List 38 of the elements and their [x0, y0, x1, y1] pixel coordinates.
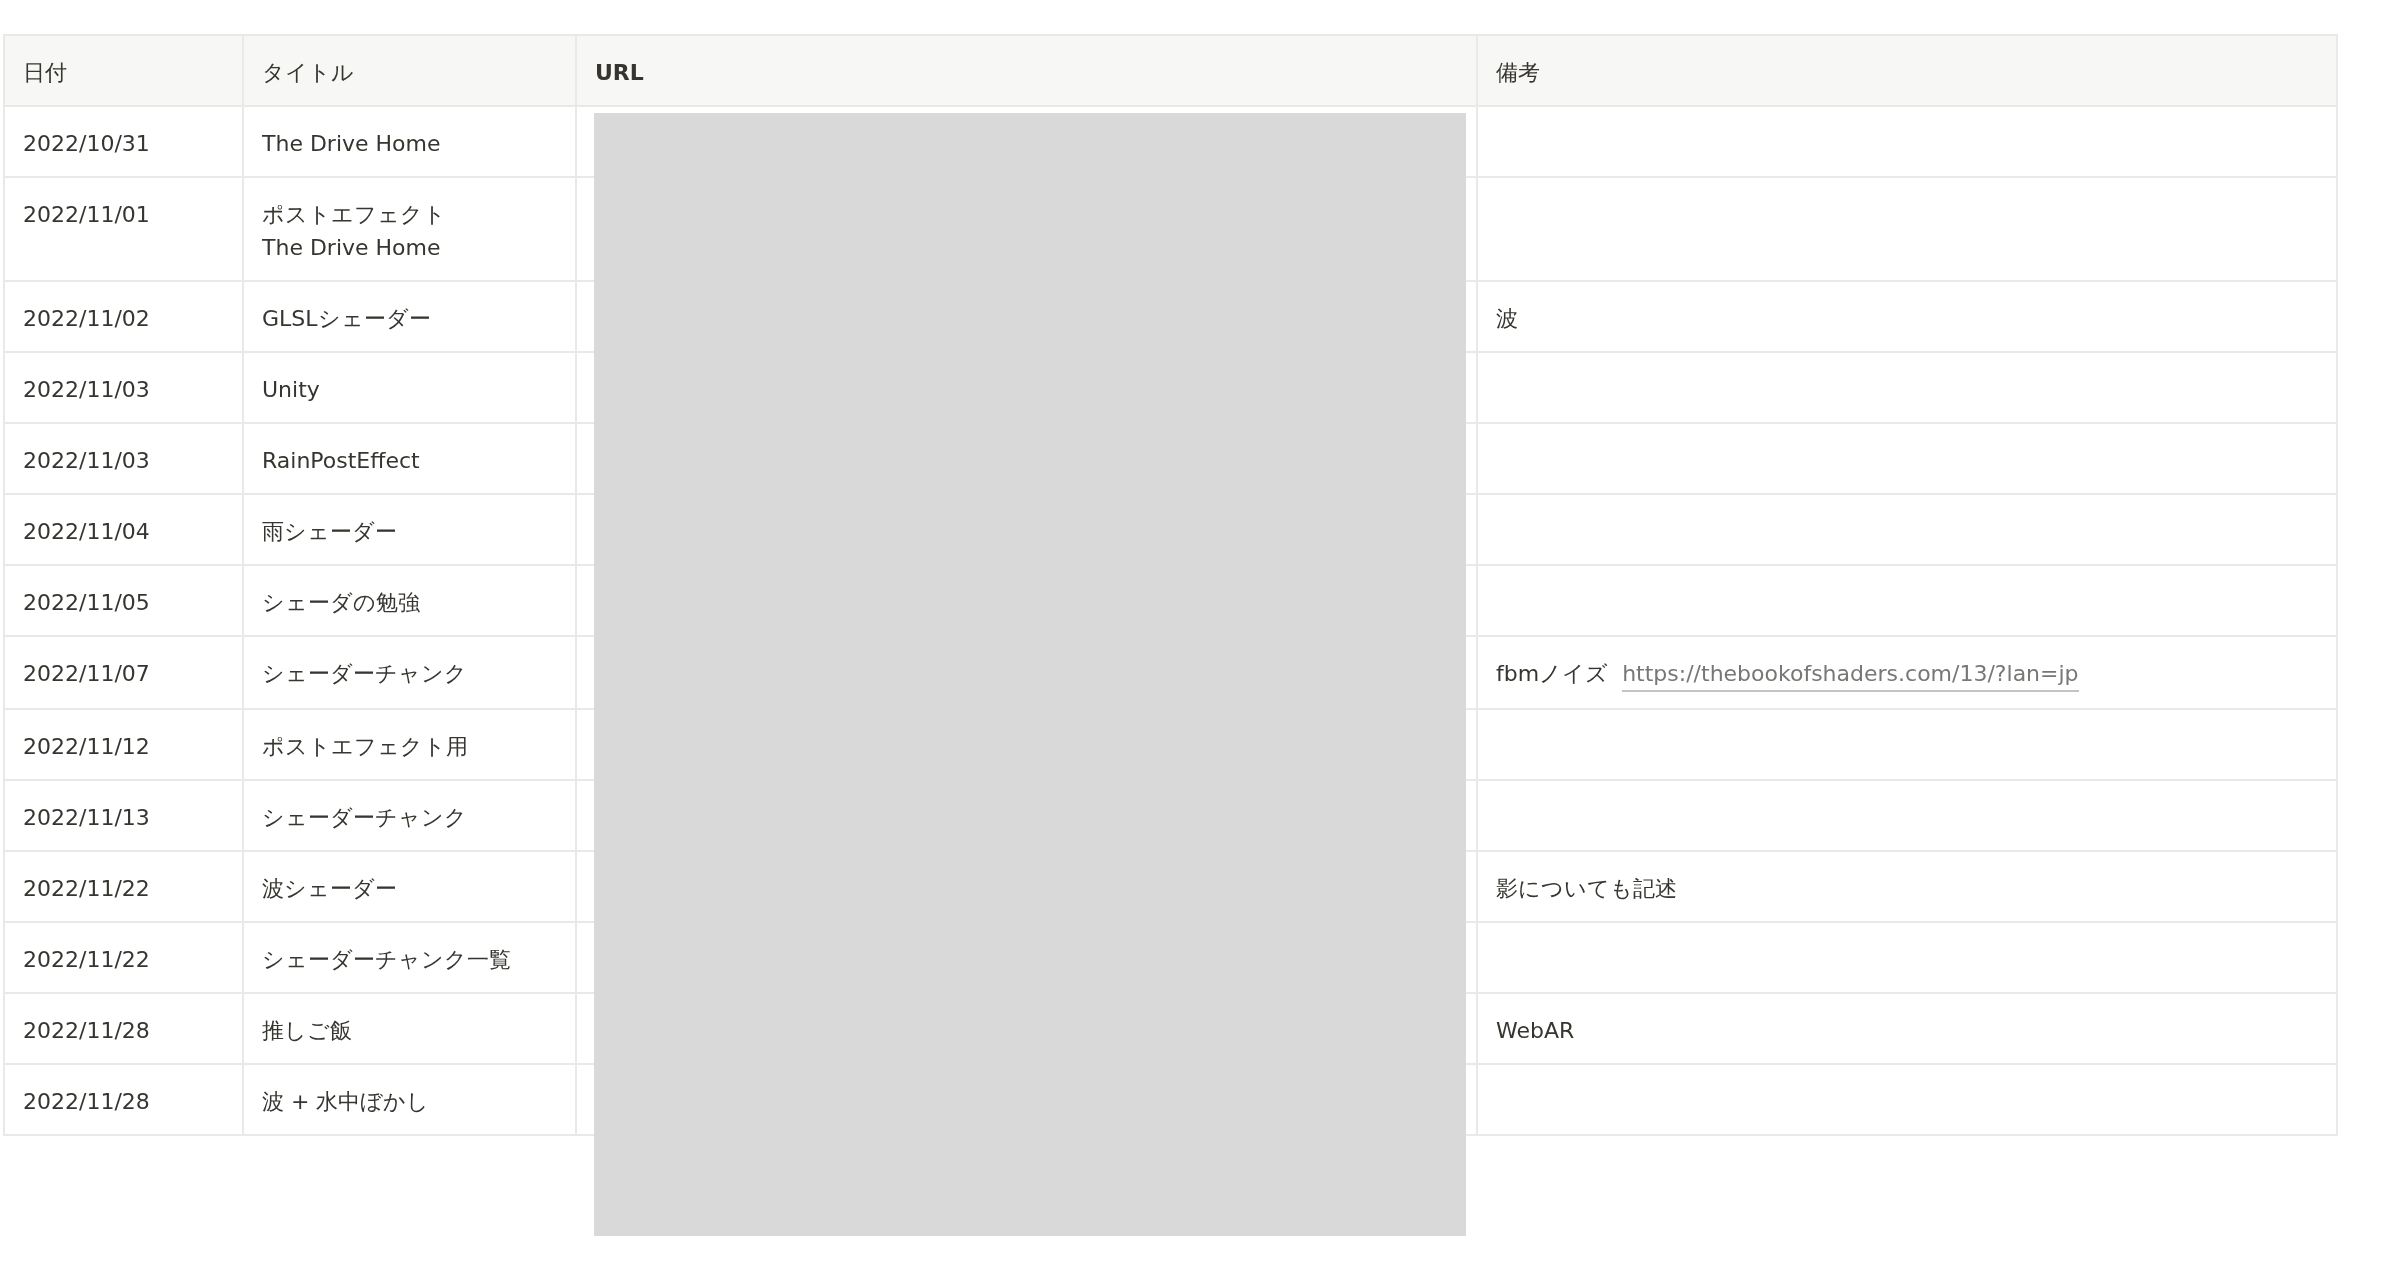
date-cell: 2022/11/28 [23, 1018, 150, 1043]
title-text: ポストエフェクト用 [262, 733, 468, 761]
title-text: シェーダーチャンク [262, 660, 467, 688]
date-cell: 2022/10/31 [23, 131, 150, 156]
date-cell: 2022/11/01 [23, 202, 150, 227]
column-header: 日付 [23, 60, 67, 85]
date-cell: 2022/11/05 [23, 590, 150, 615]
date-cell: 2022/11/07 [23, 661, 150, 686]
title-text: RainPostEffect [262, 447, 420, 475]
title-text: The Drive Home [262, 234, 441, 262]
title-text: 雨シェーダー [262, 518, 397, 546]
note-text: 影についても記述 [1496, 875, 1677, 903]
column-header: タイトル [262, 60, 354, 85]
date-cell: 2022/11/04 [23, 519, 150, 544]
note-text: fbmノイズ [1496, 660, 1609, 688]
title-text: シェーダの勉強 [262, 589, 420, 617]
title-text: GLSLシェーダー [262, 305, 431, 333]
title-text: 波 + 水中ぼかし [262, 1088, 430, 1116]
date-cell: 2022/11/22 [23, 876, 150, 901]
column-header: URL [595, 60, 644, 85]
date-cell: 2022/11/12 [23, 734, 150, 759]
date-cell: 2022/11/03 [23, 448, 150, 473]
title-text: シェーダーチャンク [262, 804, 467, 832]
date-cell: 2022/11/03 [23, 377, 150, 402]
date-cell: 2022/11/22 [23, 947, 150, 972]
title-text: シェーダーチャンク一覧 [262, 946, 511, 974]
title-text: Unity [262, 376, 320, 404]
note-link[interactable]: https://thebookofshaders.com/13/?lan=jp [1622, 657, 2079, 692]
date-cell: 2022/11/13 [23, 805, 150, 830]
date-cell: 2022/11/28 [23, 1089, 150, 1114]
note-text: WebAR [1496, 1017, 1575, 1045]
note-text: 波 [1496, 305, 1518, 333]
date-cell: 2022/11/02 [23, 306, 150, 331]
title-text: 推しご飯 [262, 1017, 352, 1045]
title-text: ポストエフェクト [262, 201, 446, 229]
title-text: 波シェーダー [262, 875, 397, 903]
title-text: The Drive Home [262, 130, 441, 158]
column-header: 備考 [1496, 60, 1540, 85]
